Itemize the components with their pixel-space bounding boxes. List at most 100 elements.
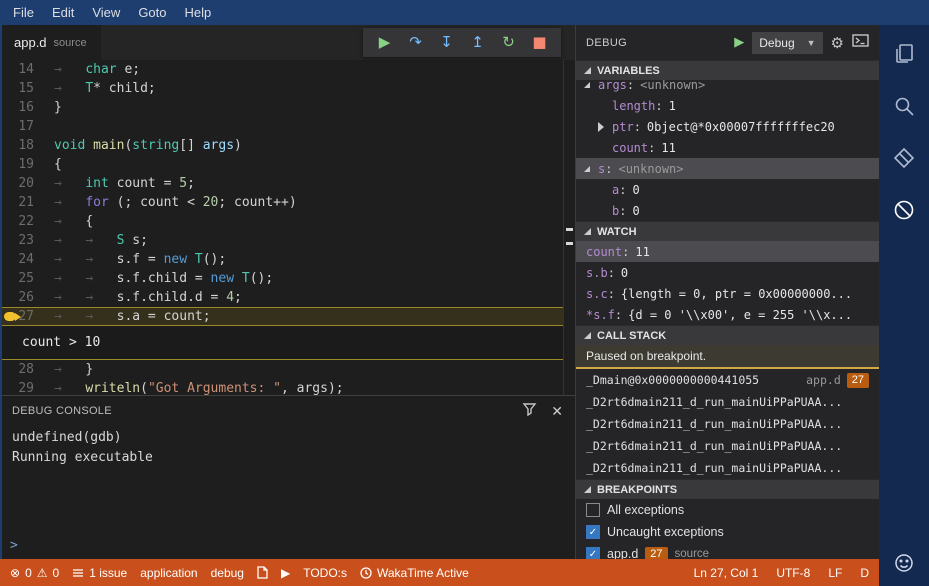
stop-button[interactable]: ■ xyxy=(524,28,555,57)
breakpoint-item[interactable]: All exceptions xyxy=(576,499,879,521)
collapse-icon[interactable] xyxy=(584,165,590,172)
line-number[interactable]: 28 xyxy=(0,360,48,379)
variable-name: a xyxy=(612,182,620,197)
start-debug-button[interactable]: ▶ xyxy=(734,35,744,50)
code-line[interactable]: 23 → → S s; xyxy=(0,231,563,250)
call-stack-section-header[interactable]: CALL STACK xyxy=(576,325,879,345)
line-number[interactable]: 17 xyxy=(0,117,48,136)
code-line[interactable]: 17 xyxy=(0,117,563,136)
variable-row[interactable]: b:0 xyxy=(576,200,879,221)
code-line[interactable]: 25 → → s.f.child = new T(); xyxy=(0,269,563,288)
code-line[interactable]: 14 → char e; xyxy=(0,60,563,79)
filter-icon[interactable] xyxy=(522,402,537,421)
breakpoints-section-header[interactable]: BREAKPOINTS xyxy=(576,479,879,499)
console-prompt[interactable]: > xyxy=(10,538,18,553)
watch-row[interactable]: s.b:0 xyxy=(576,262,879,283)
code-line[interactable]: 19 { xyxy=(0,155,563,174)
line-number[interactable]: 21 xyxy=(0,193,48,212)
menu-view[interactable]: View xyxy=(83,0,129,25)
build-mode[interactable]: application xyxy=(140,566,197,580)
line-number[interactable]: 14 xyxy=(0,60,48,79)
step-over-button[interactable]: ↷ xyxy=(400,28,431,57)
eol-indicator[interactable]: LF xyxy=(828,566,842,580)
code-line[interactable]: 27 → → s.a = count; xyxy=(0,307,563,326)
explorer-icon[interactable] xyxy=(889,39,919,69)
gear-icon[interactable]: ⚙ xyxy=(831,34,844,52)
checkbox[interactable] xyxy=(586,503,600,517)
menu-goto[interactable]: Goto xyxy=(129,0,175,25)
breakpoint-indicator[interactable] xyxy=(4,312,21,321)
callstack-frame[interactable]: _D2rt6dmain211_d_run_mainUiPPaPUAA... xyxy=(576,435,879,457)
code-line[interactable]: 18 void main(string[] args) xyxy=(0,136,563,155)
feedback-smiley-icon[interactable] xyxy=(894,553,914,578)
menu-help[interactable]: Help xyxy=(176,0,221,25)
breakpoint-condition-widget[interactable]: count > 10 xyxy=(0,326,563,360)
checkbox[interactable]: ✓ xyxy=(586,525,600,539)
code-line[interactable]: 16} xyxy=(0,98,563,117)
debug-config-dropdown[interactable]: Debug ▼ xyxy=(752,31,823,54)
variable-row[interactable]: args: <unknown> xyxy=(576,80,879,95)
restart-button[interactable]: ↻ xyxy=(493,28,524,57)
watch-row[interactable]: *s.f: {d = 0 '\\x00', e = 255 '\\x... xyxy=(576,304,879,325)
slashed-circle-icon[interactable] xyxy=(889,195,919,225)
variable-row[interactable]: s: <unknown> xyxy=(576,158,879,179)
watch-row[interactable]: count:11 xyxy=(576,241,879,262)
code-text: } xyxy=(54,100,62,115)
variable-row[interactable]: ptr:0bject@*0x00007fffffffec20 xyxy=(576,116,879,137)
collapse-icon[interactable] xyxy=(584,81,590,88)
code-line[interactable]: 26 → → s.f.child.d = 4; xyxy=(0,288,563,307)
cursor-position[interactable]: Ln 27, Col 1 xyxy=(694,566,759,580)
variable-row[interactable]: count:11 xyxy=(576,137,879,158)
code-line[interactable]: 21 → for (; count < 20; count++) xyxy=(0,193,563,212)
line-number[interactable]: 26 xyxy=(0,288,48,307)
menu-file[interactable]: File xyxy=(4,0,43,25)
breakpoint-item[interactable]: ✓ Uncaught exceptions xyxy=(576,521,879,543)
line-number[interactable]: 23 xyxy=(0,231,48,250)
callstack-frame[interactable]: _Dmain@0x0000000000441055 app.d 27 xyxy=(576,369,879,391)
line-number[interactable]: 24 xyxy=(0,250,48,269)
code-line[interactable]: 24 → → s.f = new T(); xyxy=(0,250,563,269)
step-out-button[interactable]: ↥ xyxy=(462,28,493,57)
issues-label: 1 issue xyxy=(89,565,128,580)
code-line[interactable]: 22 → { xyxy=(0,212,563,231)
debug-console-toggle-icon[interactable] xyxy=(852,33,869,52)
code-line[interactable]: 15 → T* child; xyxy=(0,79,563,98)
callstack-frame[interactable]: _D2rt6dmain211_d_run_mainUiPPaPUAA... xyxy=(576,413,879,435)
todos-indicator[interactable]: TODO:s xyxy=(303,566,347,580)
callstack-frame[interactable]: _D2rt6dmain211_d_run_mainUiPPaPUAA... xyxy=(576,391,879,413)
line-number[interactable]: 20 xyxy=(0,174,48,193)
wakatime-indicator[interactable]: WakaTime Active xyxy=(360,566,469,580)
code-line[interactable]: 20 → int count = 5; xyxy=(0,174,563,193)
build-target[interactable]: debug xyxy=(211,566,244,580)
checkbox[interactable]: ✓ xyxy=(586,547,600,559)
problems-indicator[interactable]: ⊗ 0 ⚠ 0 xyxy=(10,566,59,580)
search-icon[interactable] xyxy=(889,91,919,121)
breakpoint-item[interactable]: ✓ app.d 27 source xyxy=(576,543,879,559)
expand-icon[interactable] xyxy=(598,121,604,132)
run-action[interactable]: ▶ xyxy=(281,566,290,580)
step-into-button[interactable]: ↧ xyxy=(431,28,462,57)
watch-section-header[interactable]: WATCH xyxy=(576,221,879,241)
line-number[interactable]: 15 xyxy=(0,79,48,98)
menu-edit[interactable]: Edit xyxy=(43,0,83,25)
issues-indicator[interactable]: 1 issue xyxy=(72,566,127,580)
encoding-indicator[interactable]: UTF-8 xyxy=(776,566,810,580)
close-icon[interactable]: ✕ xyxy=(551,404,563,418)
line-number[interactable]: 18 xyxy=(0,136,48,155)
file-action[interactable] xyxy=(257,566,268,579)
variables-section-header[interactable]: VARIABLES xyxy=(576,60,879,80)
continue-button[interactable]: ▶ xyxy=(369,28,400,57)
code-line[interactable]: 28 → } xyxy=(0,360,563,379)
callstack-frame[interactable]: _D2rt6dmain211_d_run_mainUiPPaPUAA... xyxy=(576,457,879,479)
line-number[interactable]: 19 xyxy=(0,155,48,174)
watch-row[interactable]: s.c: {length = 0, ptr = 0x00000000... xyxy=(576,283,879,304)
line-number[interactable]: 25 xyxy=(0,269,48,288)
variable-row[interactable]: length:1 xyxy=(576,95,879,116)
package-icon[interactable] xyxy=(889,143,919,173)
line-number[interactable]: 22 xyxy=(0,212,48,231)
tab-app-d[interactable]: app.d source xyxy=(0,25,101,60)
line-number[interactable]: 16 xyxy=(0,98,48,117)
editor-scrollbar[interactable] xyxy=(563,60,575,395)
variable-row[interactable]: a:0 xyxy=(576,179,879,200)
language-indicator[interactable]: D xyxy=(860,566,869,580)
